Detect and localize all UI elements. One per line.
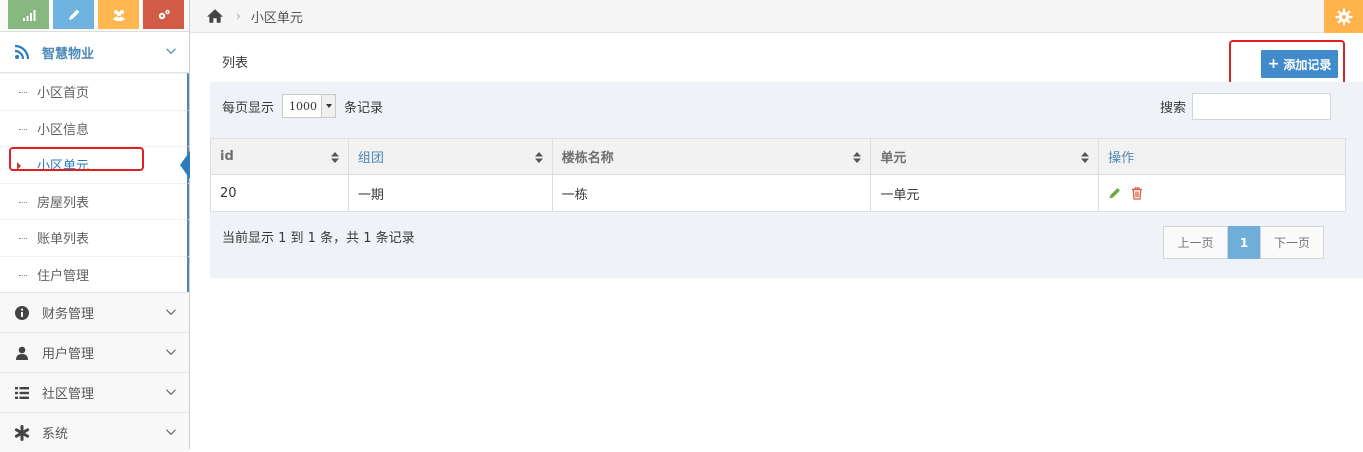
- search-input[interactable]: [1192, 93, 1332, 120]
- signal-icon: [22, 9, 35, 21]
- cogs-icon: [158, 9, 170, 19]
- table-row: 20 一期 一栋 一单元: [210, 174, 1346, 212]
- nav-system[interactable]: 系统: [0, 412, 189, 452]
- next-page-button[interactable]: 下一页: [1260, 226, 1324, 259]
- header-label: 组团: [357, 151, 384, 166]
- nav-smart-property-label: 智慧物业: [42, 46, 95, 62]
- pagination: 上一页 1 下一页: [1163, 226, 1324, 259]
- length-suffix: 条记录: [344, 100, 384, 116]
- sidebar-item-community-info[interactable]: 小区信息: [0, 109, 189, 147]
- sort-icon: [534, 152, 543, 163]
- length-prefix: 每页显示: [222, 100, 275, 116]
- header-label: 楼栋名称: [561, 151, 614, 166]
- prev-page-button[interactable]: 上一页: [1163, 226, 1228, 259]
- home-icon[interactable]: [206, 7, 224, 25]
- cell-unit: 一单元: [870, 174, 1100, 212]
- search-control: 搜索: [1160, 93, 1332, 120]
- sidebar-item-label: 房屋列表: [37, 195, 90, 211]
- breadcrumb-current: 小区单元: [250, 10, 303, 26]
- nav-community-mgmt[interactable]: 社区管理: [0, 372, 189, 412]
- plus-icon: +: [1267, 56, 1280, 72]
- column-header-building[interactable]: 楼栋名称: [551, 138, 872, 175]
- dropdown-icon: [321, 95, 336, 117]
- pencil-icon[interactable]: [1108, 186, 1122, 200]
- info-circle-icon: [14, 305, 30, 321]
- column-header-unit[interactable]: 单元: [870, 138, 1100, 175]
- pencil-icon: [68, 9, 79, 20]
- sort-icon: [1081, 152, 1090, 163]
- table-panel: 每页显示 1000 条记录 搜索 id 组团 楼栋名称 单元 操作 20 一期 …: [210, 82, 1363, 278]
- sidebar-item-label: 小区单元: [37, 159, 90, 175]
- sidebar-item-community-unit[interactable]: 小区单元: [0, 146, 190, 183]
- nav-user-mgmt-label: 用户管理: [42, 347, 95, 362]
- cell-id: 20: [210, 174, 349, 212]
- sidebar-item-label: 小区信息: [37, 122, 90, 138]
- search-label: 搜索: [1160, 101, 1187, 116]
- table-header-row: id 组团 楼栋名称 单元 操作: [210, 138, 1346, 175]
- chevron-down-icon: [165, 306, 177, 318]
- list-icon: [14, 385, 30, 401]
- column-header-group[interactable]: 组团: [347, 138, 553, 175]
- chevron-down-icon: [165, 386, 177, 398]
- page-length-value: 1000: [289, 99, 318, 113]
- rss-icon: [14, 44, 30, 60]
- caret-right-icon: [17, 162, 21, 170]
- cell-building: 一栋: [551, 174, 872, 212]
- settings-button[interactable]: [1324, 0, 1363, 33]
- trash-icon[interactable]: [1130, 186, 1144, 200]
- data-table: id 组团 楼栋名称 单元 操作 20 一期 一栋 一单元: [210, 138, 1346, 212]
- sort-icon: [330, 152, 339, 163]
- sidebar-item-community-home[interactable]: 小区首页: [0, 73, 189, 110]
- add-record-button[interactable]: + 添加记录: [1261, 50, 1338, 78]
- sidebar-item-label: 小区首页: [37, 86, 90, 102]
- sidebar-item-house-list[interactable]: 房屋列表: [0, 182, 189, 220]
- sidebar-item-label: 住户管理: [37, 268, 90, 284]
- sidebar-item-bill-list[interactable]: 账单列表: [0, 219, 189, 256]
- column-header-actions: 操作: [1098, 138, 1346, 175]
- chevron-down-icon: [165, 45, 177, 57]
- shortcut-signal[interactable]: [8, 0, 49, 29]
- asterisk-icon: [14, 424, 30, 441]
- shortcut-cogs[interactable]: [143, 0, 184, 29]
- nav-community-mgmt-label: 社区管理: [42, 387, 95, 402]
- chevron-down-icon: [165, 346, 177, 358]
- sidebar: 智慧物业 小区首页 小区信息 小区单元 房屋列表 账单列表 住户管理 财务管理 …: [0, 0, 190, 452]
- list-title: 列表: [222, 56, 249, 71]
- user-icon: [14, 345, 30, 361]
- cell-actions: [1098, 174, 1346, 212]
- chevron-down-icon: [165, 426, 177, 438]
- header-label: 操作: [1108, 151, 1135, 166]
- active-pointer-icon: [180, 151, 190, 179]
- nav-system-label: 系统: [42, 427, 69, 442]
- shortcut-bar: [0, 0, 189, 32]
- header-label: id: [220, 149, 234, 164]
- cell-group: 一期: [347, 174, 553, 212]
- nav-finance-label: 财务管理: [42, 307, 95, 322]
- gear-icon: [1335, 8, 1352, 25]
- table-info: 当前显示 1 到 1 条，共 1 条记录: [222, 231, 415, 246]
- add-record-label: 添加记录: [1283, 57, 1332, 72]
- sidebar-item-resident-mgmt[interactable]: 住户管理: [0, 255, 189, 293]
- sidebar-item-label: 账单列表: [37, 232, 90, 248]
- breadcrumb-separator-icon: ›: [236, 9, 241, 23]
- page-length-control: 每页显示 1000 条记录: [222, 94, 383, 118]
- nav-finance[interactable]: 财务管理: [0, 292, 189, 332]
- shortcut-pencil[interactable]: [53, 0, 94, 29]
- users-icon: [112, 9, 125, 21]
- nav-smart-property[interactable]: 智慧物业: [0, 32, 189, 73]
- column-header-id[interactable]: id: [210, 138, 349, 175]
- submenu-smart-property: 小区首页 小区信息 小区单元 房屋列表 账单列表 住户管理: [0, 73, 190, 293]
- shortcut-users[interactable]: [98, 0, 139, 29]
- breadcrumb: › 小区单元: [190, 0, 1363, 33]
- nav-user-mgmt[interactable]: 用户管理: [0, 332, 189, 372]
- sort-icon: [853, 152, 862, 163]
- page-length-select[interactable]: 1000: [282, 94, 337, 118]
- page-1-button[interactable]: 1: [1228, 226, 1260, 259]
- header-label: 单元: [880, 151, 907, 166]
